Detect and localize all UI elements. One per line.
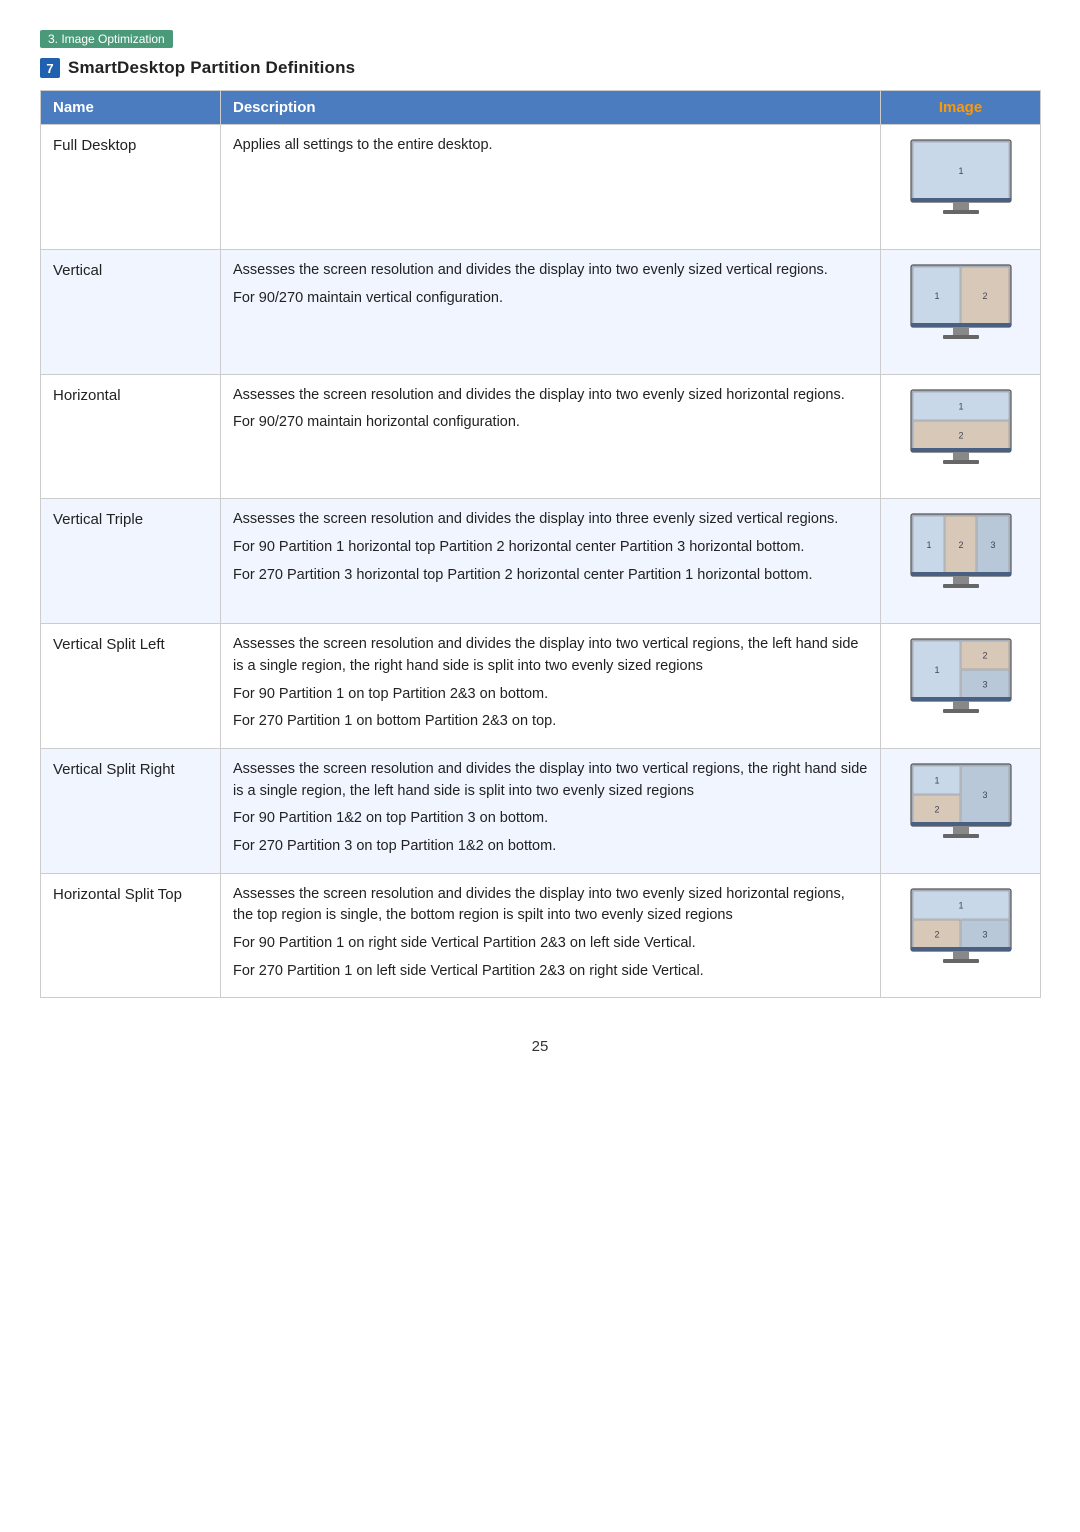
description-cell: Assesses the screen resolution and divid… bbox=[221, 499, 881, 624]
name-cell: Horizontal bbox=[41, 374, 221, 499]
table-row: Vertical Assesses the screen resolution a… bbox=[41, 249, 1041, 374]
monitor-diagram: 1 2 3 bbox=[906, 509, 1016, 605]
description-paragraph: For 90 Partition 1 on right side Vertica… bbox=[233, 933, 868, 955]
description-paragraph: For 270 Partition 1 on bottom Partition … bbox=[233, 711, 868, 733]
col-header-name: Name bbox=[41, 91, 221, 125]
svg-text:2: 2 bbox=[982, 291, 987, 301]
description-cell: Assesses the screen resolution and divid… bbox=[221, 249, 881, 374]
description-paragraph: For 90 Partition 1 on top Partition 2&3 … bbox=[233, 684, 868, 706]
monitor-diagram: 12 bbox=[906, 385, 1016, 481]
monitor-diagram: 1 2 3 bbox=[906, 884, 1016, 980]
svg-text:1: 1 bbox=[958, 166, 963, 176]
table-row: Horizontal Split Top Assesses the screen … bbox=[41, 873, 1041, 998]
image-cell: 1 2 3 bbox=[881, 748, 1041, 873]
description-paragraph: Assesses the screen resolution and divid… bbox=[233, 260, 868, 282]
section-heading: 7 SmartDesktop Partition Definitions bbox=[40, 58, 1040, 78]
section-title: SmartDesktop Partition Definitions bbox=[68, 58, 355, 78]
name-cell: Vertical Split Right bbox=[41, 748, 221, 873]
table-row: Vertical Triple Assesses the screen resol… bbox=[41, 499, 1041, 624]
svg-text:3: 3 bbox=[982, 929, 987, 939]
description-paragraph: For 90/270 maintain horizontal configura… bbox=[233, 412, 868, 434]
description-paragraph: Assesses the screen resolution and divid… bbox=[233, 509, 868, 531]
svg-text:3: 3 bbox=[982, 680, 987, 690]
monitor-diagram: 1 2 3 bbox=[906, 759, 1016, 855]
description-paragraph: Assesses the screen resolution and divid… bbox=[233, 385, 868, 407]
description-paragraph: Assesses the screen resolution and divid… bbox=[233, 634, 868, 678]
page-number: 25 bbox=[40, 1038, 1040, 1055]
description-cell: Assesses the screen resolution and divid… bbox=[221, 624, 881, 749]
breadcrumb: 3. Image Optimization bbox=[40, 30, 173, 48]
name-cell: Vertical bbox=[41, 249, 221, 374]
table-row: Full Desktop Applies all settings to the … bbox=[41, 125, 1041, 250]
svg-text:2: 2 bbox=[958, 540, 963, 550]
image-cell: 1 2 3 bbox=[881, 499, 1041, 624]
description-paragraph: For 90 Partition 1&2 on top Partition 3 … bbox=[233, 808, 868, 830]
description-paragraph: Assesses the screen resolution and divid… bbox=[233, 884, 868, 928]
image-cell: 1 bbox=[881, 125, 1041, 250]
image-cell: 12 bbox=[881, 374, 1041, 499]
image-cell: 1 2 3 bbox=[881, 624, 1041, 749]
section-number: 7 bbox=[40, 58, 60, 78]
name-cell: Full Desktop bbox=[41, 125, 221, 250]
image-cell: 12 bbox=[881, 249, 1041, 374]
image-cell: 1 2 3 bbox=[881, 873, 1041, 998]
svg-text:3: 3 bbox=[982, 790, 987, 800]
svg-text:1: 1 bbox=[934, 665, 939, 675]
description-paragraph: For 90 Partition 1 horizontal top Partit… bbox=[233, 537, 868, 559]
monitor-diagram: 1 bbox=[906, 135, 1016, 231]
description-paragraph: For 90/270 maintain vertical configurati… bbox=[233, 288, 868, 310]
table-row: Vertical Split Left Assesses the screen r… bbox=[41, 624, 1041, 749]
svg-text:1: 1 bbox=[934, 775, 939, 785]
svg-text:1: 1 bbox=[958, 900, 963, 910]
table-row: Horizontal Assesses the screen resolution… bbox=[41, 374, 1041, 499]
description-paragraph: Applies all settings to the entire deskt… bbox=[233, 135, 868, 157]
description-cell: Assesses the screen resolution and divid… bbox=[221, 374, 881, 499]
svg-text:1: 1 bbox=[926, 540, 931, 550]
description-paragraph: For 270 Partition 3 horizontal top Parti… bbox=[233, 565, 868, 587]
table-row: Vertical Split Right Assesses the screen … bbox=[41, 748, 1041, 873]
col-header-description: Description bbox=[221, 91, 881, 125]
monitor-diagram: 12 bbox=[906, 260, 1016, 356]
description-paragraph: For 270 Partition 1 on left side Vertica… bbox=[233, 961, 868, 983]
description-cell: Applies all settings to the entire deskt… bbox=[221, 125, 881, 250]
description-cell: Assesses the screen resolution and divid… bbox=[221, 873, 881, 998]
svg-text:2: 2 bbox=[934, 804, 939, 814]
monitor-diagram: 1 2 3 bbox=[906, 634, 1016, 730]
svg-text:2: 2 bbox=[982, 651, 987, 661]
svg-text:3: 3 bbox=[990, 540, 995, 550]
svg-text:2: 2 bbox=[958, 430, 963, 440]
description-cell: Assesses the screen resolution and divid… bbox=[221, 748, 881, 873]
svg-text:1: 1 bbox=[958, 401, 963, 411]
name-cell: Vertical Triple bbox=[41, 499, 221, 624]
name-cell: Horizontal Split Top bbox=[41, 873, 221, 998]
partition-table: Name Description Image Full Desktop Appli… bbox=[40, 90, 1041, 998]
table-header-row: Name Description Image bbox=[41, 91, 1041, 125]
col-header-image: Image bbox=[881, 91, 1041, 125]
description-paragraph: For 270 Partition 3 on top Partition 1&2… bbox=[233, 836, 868, 858]
description-paragraph: Assesses the screen resolution and divid… bbox=[233, 759, 868, 803]
svg-text:1: 1 bbox=[934, 291, 939, 301]
name-cell: Vertical Split Left bbox=[41, 624, 221, 749]
svg-text:2: 2 bbox=[934, 929, 939, 939]
